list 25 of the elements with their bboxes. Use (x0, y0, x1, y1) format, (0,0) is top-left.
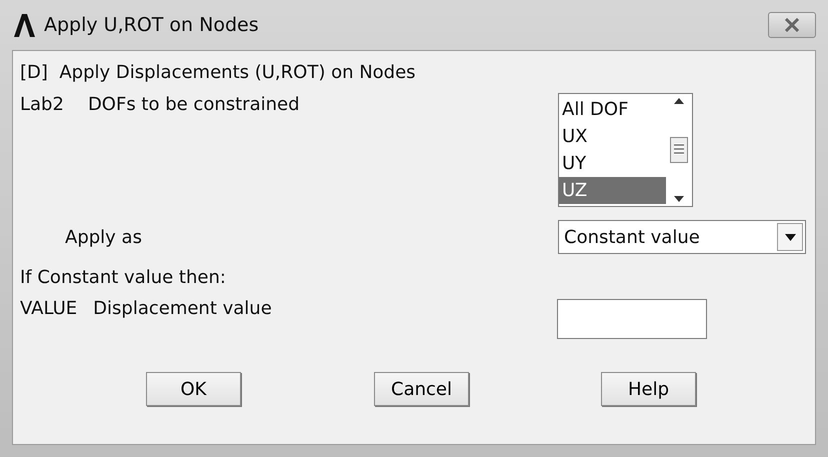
app-logo-icon (12, 12, 36, 38)
section-note: If Constant value then: (20, 266, 227, 290)
close-icon (784, 18, 800, 32)
field-label: Apply as (65, 226, 142, 248)
dialog-heading: [D] Apply Displacements (U,ROT) on Nodes (20, 61, 417, 85)
caret-icon (784, 234, 796, 240)
field-label: DOFs to be constrained (88, 93, 300, 117)
list-option[interactable]: UX (559, 123, 666, 150)
dof-listbox[interactable]: All DOF UX UY UZ (558, 93, 693, 207)
list-option[interactable]: UY (559, 150, 666, 177)
field-code: VALUE (20, 297, 78, 321)
apply-as-dropdown[interactable]: Constant value (558, 220, 806, 254)
window-title: Apply U,ROT on Nodes (44, 12, 259, 38)
list-option[interactable]: UZ (559, 177, 666, 204)
dialog-button[interactable]: OK (146, 372, 241, 406)
displacement-value-field[interactable] (557, 299, 707, 339)
dialog-button[interactable]: Cancel (374, 372, 469, 406)
close-button[interactable] (768, 12, 816, 38)
field-label: Displacement value (93, 297, 272, 321)
scroll-up-icon[interactable] (674, 98, 684, 104)
scroll-down-icon[interactable] (674, 196, 684, 202)
dialog-button[interactable]: Help (601, 372, 696, 406)
scroll-thumb-icon[interactable] (670, 137, 688, 163)
field-code: Lab2 (20, 93, 64, 117)
list-option[interactable]: All DOF (559, 96, 666, 123)
